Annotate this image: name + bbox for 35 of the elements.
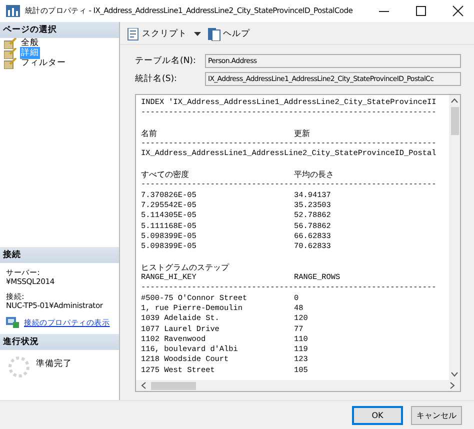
scroll-right-icon[interactable] — [450, 382, 455, 389]
vertical-scrollbar[interactable] — [449, 95, 460, 380]
properties-icon — [6, 316, 19, 328]
section-header: 接続 — [0, 247, 119, 263]
column-heading: 名前 — [141, 128, 158, 140]
page-item[interactable]: フィルター — [20, 57, 67, 69]
dialog-button[interactable]: キャンセル — [411, 406, 462, 424]
page-icon — [4, 38, 17, 48]
chart-icon — [6, 5, 20, 17]
scroll-down-icon[interactable] — [451, 372, 458, 377]
field-label: テーブル名(N): — [135, 55, 197, 67]
field-label: 統計名(S): — [135, 73, 178, 85]
dialog-button[interactable]: OK — [352, 406, 403, 424]
column-heading: すべての密度 — [141, 170, 190, 180]
scroll-left-icon[interactable] — [141, 382, 146, 389]
spinner-icon — [8, 356, 30, 378]
page-icon — [4, 58, 17, 68]
horizontal-scrollbar[interactable] — [136, 380, 460, 391]
toolbar-button[interactable]: ヘルプ — [207, 28, 250, 40]
scroll-up-icon[interactable] — [451, 98, 458, 103]
section-header: 進行状況 — [0, 334, 119, 350]
script-icon — [126, 28, 140, 40]
help-book-icon — [207, 28, 221, 40]
page-icon — [4, 48, 17, 58]
scroll-thumb[interactable] — [151, 382, 196, 390]
scroll-thumb[interactable] — [450, 107, 458, 135]
page-item[interactable]: 全般 — [20, 37, 40, 49]
close-icon[interactable] — [452, 5, 464, 17]
section-caption: ヒストグラムのステップ — [141, 262, 230, 274]
column-heading: 更新 — [294, 128, 310, 140]
progress-status: 準備完了 — [36, 358, 72, 370]
maximize-icon[interactable] — [415, 5, 427, 17]
column-heading: 平均の長さ — [294, 170, 334, 180]
toolbar-button[interactable]: スクリプト — [126, 28, 201, 40]
section-header: ページの選択 — [0, 22, 119, 38]
